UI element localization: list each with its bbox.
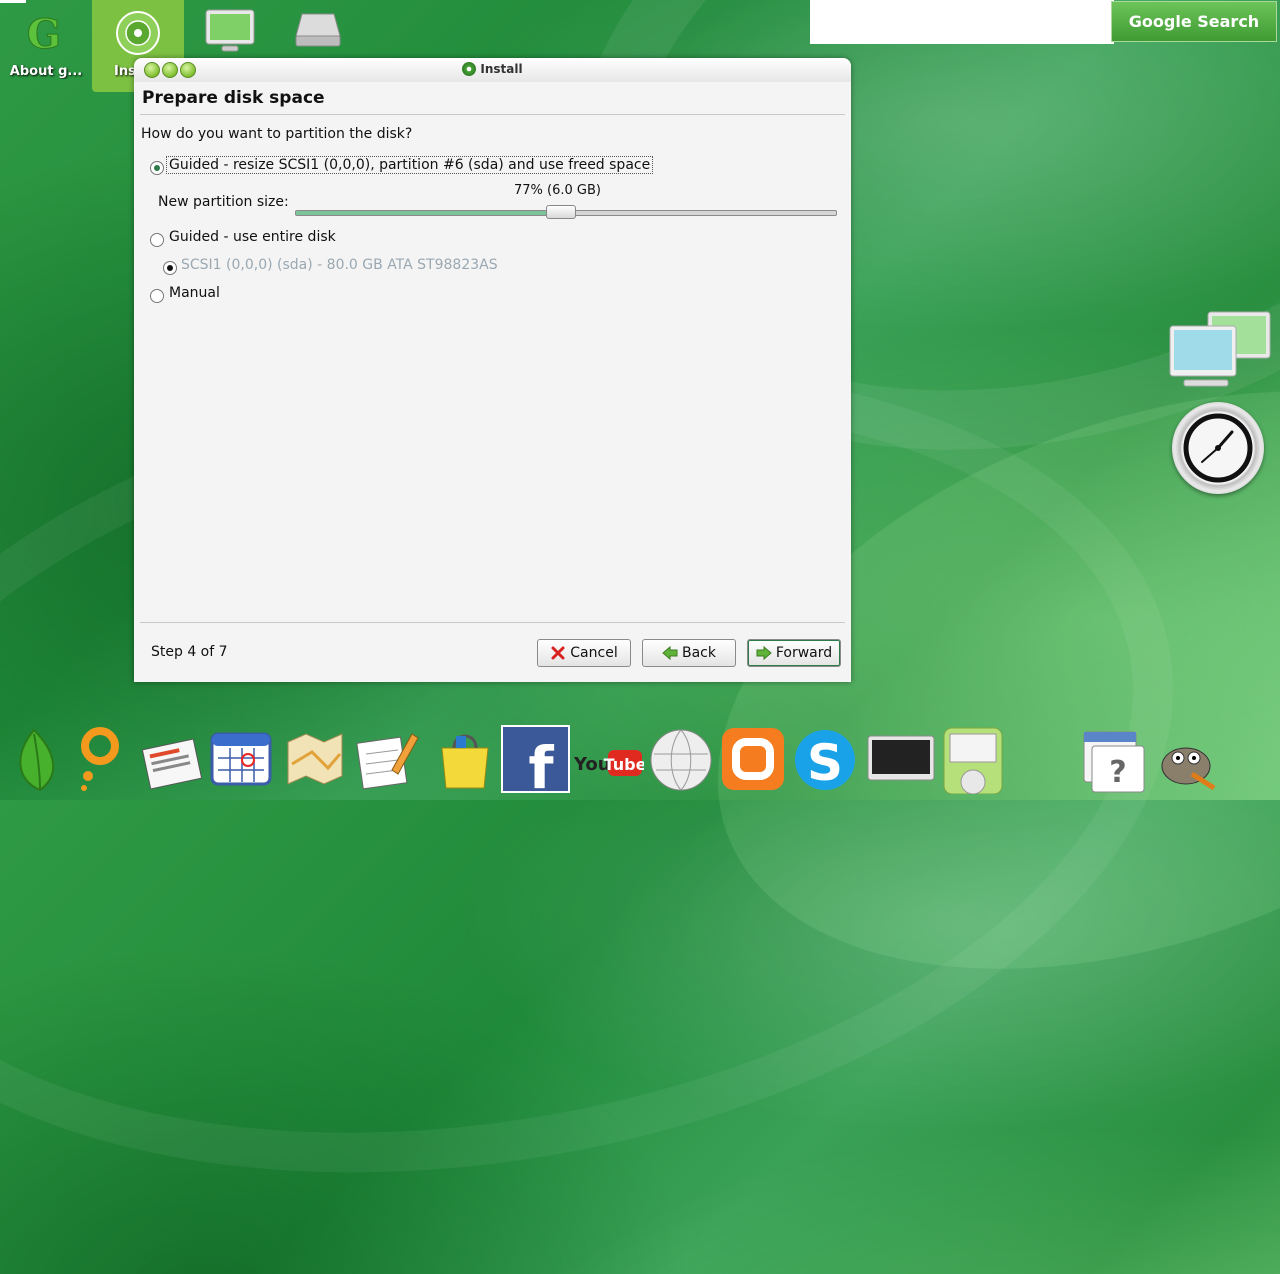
search-ring-icon[interactable] bbox=[72, 724, 138, 794]
back-button[interactable]: Back bbox=[642, 639, 736, 667]
skype-icon[interactable]: S bbox=[792, 724, 858, 794]
window-title-text: Install bbox=[480, 62, 523, 76]
back-label: Back bbox=[682, 645, 716, 661]
radio-guided-resize[interactable] bbox=[150, 161, 164, 175]
blogger-icon[interactable] bbox=[720, 724, 786, 794]
partition-question: How do you want to partition the disk? bbox=[141, 126, 413, 142]
window-title: Install bbox=[134, 62, 851, 76]
wikipedia-icon[interactable] bbox=[648, 724, 714, 794]
search-input[interactable] bbox=[810, 0, 1114, 44]
svg-text:?: ? bbox=[1109, 755, 1126, 790]
window-titlebar[interactable]: Install bbox=[134, 58, 851, 82]
maps-icon[interactable] bbox=[282, 724, 348, 794]
gimp-icon[interactable] bbox=[1152, 724, 1218, 794]
cancel-button[interactable]: Cancel bbox=[537, 639, 631, 667]
slider-handle[interactable] bbox=[545, 205, 576, 219]
calendar-icon[interactable] bbox=[208, 724, 274, 794]
tv-icon[interactable] bbox=[866, 724, 936, 794]
forward-label: Forward bbox=[775, 645, 833, 661]
network-computers-icon[interactable] bbox=[1168, 310, 1272, 392]
option-guided-resize-label[interactable]: Guided - resize SCSI1 (0,0,0), partition… bbox=[165, 156, 654, 174]
slider-fill bbox=[296, 211, 561, 215]
google-search-button[interactable]: Google Search bbox=[1111, 1, 1277, 42]
cancel-label: Cancel bbox=[570, 645, 618, 661]
svg-text:Tube: Tube bbox=[604, 755, 644, 774]
facebook-icon[interactable]: f bbox=[501, 724, 571, 794]
docs-icon[interactable] bbox=[354, 724, 420, 794]
install-title-icon bbox=[462, 62, 477, 76]
shopping-icon[interactable] bbox=[432, 724, 498, 794]
clock-widget[interactable] bbox=[1172, 402, 1264, 494]
forward-button[interactable]: Forward bbox=[747, 639, 841, 667]
radio-manual[interactable] bbox=[150, 289, 164, 303]
divider bbox=[140, 114, 845, 115]
option-guided-entire-label[interactable]: Guided - use entire disk bbox=[169, 229, 336, 245]
monitor-icon bbox=[205, 9, 255, 52]
radio-guided-entire[interactable] bbox=[150, 233, 164, 247]
youtube-icon[interactable]: You Tube bbox=[574, 724, 644, 794]
new-partition-size-label: New partition size: bbox=[158, 194, 289, 210]
new-partition-size-value: 77% (6.0 GB) bbox=[514, 183, 601, 198]
svg-text:G: G bbox=[27, 11, 61, 54]
svg-text:f: f bbox=[528, 734, 554, 794]
help-icon[interactable]: ? bbox=[1080, 724, 1146, 794]
arrow-right-icon bbox=[756, 645, 772, 661]
clock-icon bbox=[1183, 413, 1253, 483]
desktop-icon-label: About g... bbox=[9, 64, 83, 79]
page-title: Prepare disk space bbox=[142, 88, 325, 108]
install-window: Install Prepare disk space How do you wa… bbox=[134, 58, 851, 682]
install-disc-icon bbox=[116, 11, 160, 55]
g-logo-icon: G bbox=[26, 11, 61, 55]
cancel-x-icon bbox=[551, 646, 565, 660]
hard-drive-icon bbox=[295, 13, 341, 47]
leaf-icon[interactable] bbox=[10, 724, 76, 794]
ipod-icon[interactable] bbox=[940, 724, 1006, 794]
option-manual-label[interactable]: Manual bbox=[169, 285, 220, 301]
footer-divider bbox=[140, 622, 845, 623]
news-icon[interactable] bbox=[140, 724, 206, 794]
arrow-left-icon bbox=[662, 645, 678, 661]
svg-text:S: S bbox=[807, 734, 843, 792]
radio-disk-choice[interactable] bbox=[163, 261, 177, 275]
step-indicator: Step 4 of 7 bbox=[151, 644, 228, 660]
option-disk-choice-label[interactable]: SCSI1 (0,0,0) (sda) - 80.0 GB ATA ST9882… bbox=[181, 257, 498, 273]
desktop-icon-about[interactable]: G About g... bbox=[0, 0, 92, 92]
